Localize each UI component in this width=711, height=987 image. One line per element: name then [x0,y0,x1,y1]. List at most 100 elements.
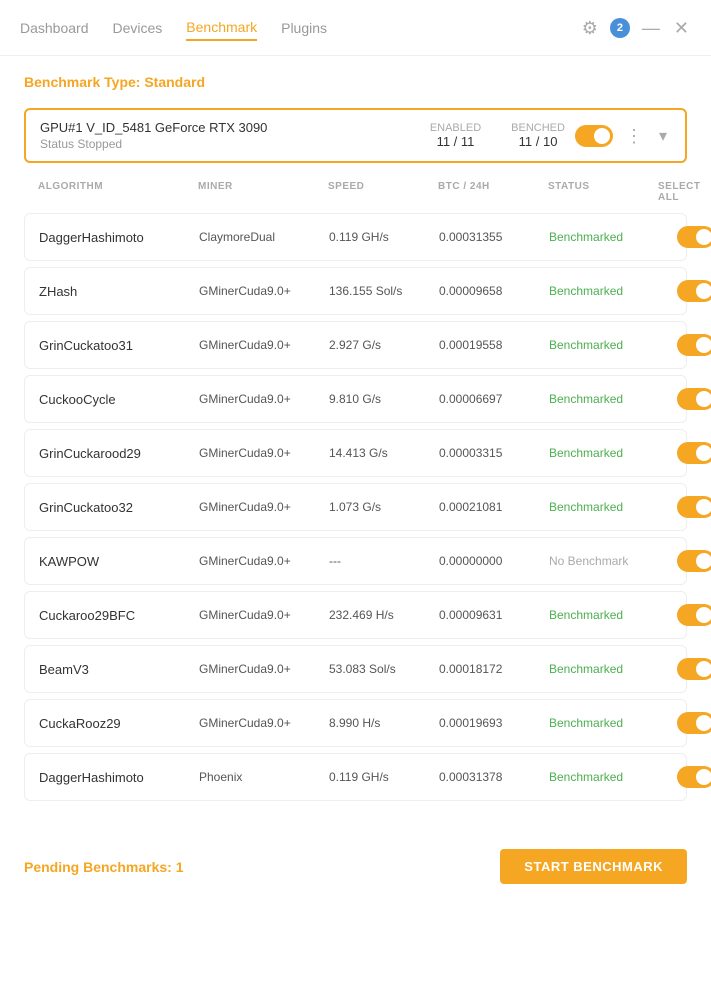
algo-name: CuckooCycle [39,392,199,407]
algo-status: Benchmarked [549,338,659,352]
algo-miner: GMinerCuda9.0+ [199,500,329,514]
algo-toggle[interactable] [677,658,711,680]
table-row: CuckaRooz29 GMinerCuda9.0+ 8.990 H/s 0.0… [24,699,687,747]
tab-benchmark[interactable]: Benchmark [186,15,257,41]
algo-actions: ⚙ [659,386,711,412]
algo-toggle[interactable] [677,226,711,248]
algo-actions: ⚙ [659,224,711,250]
header: Dashboard Devices Benchmark Plugins ⚙ 2 … [0,0,711,56]
algo-miner: GMinerCuda9.0+ [199,446,329,460]
algo-miner: GMinerCuda9.0+ [199,608,329,622]
minimize-button[interactable]: — [640,17,662,39]
algo-speed: 9.810 G/s [329,392,439,406]
algo-status: No Benchmark [549,554,659,568]
gear-icon: ⚙ [582,18,598,38]
algo-btc: 0.00019558 [439,338,549,352]
algo-speed: 1.073 G/s [329,500,439,514]
algo-speed: 14.413 G/s [329,446,439,460]
table-row: Cuckaroo29BFC GMinerCuda9.0+ 232.469 H/s… [24,591,687,639]
table-row: DaggerHashimoto ClaymoreDual 0.119 GH/s … [24,213,687,261]
tab-dashboard[interactable]: Dashboard [20,16,89,40]
minimize-icon: — [642,18,660,38]
table-row: GrinCuckatoo31 GMinerCuda9.0+ 2.927 G/s … [24,321,687,369]
pending-benchmarks: Pending Benchmarks: 1 [24,859,184,875]
algo-speed: 0.119 GH/s [329,230,439,244]
algo-miner: Phoenix [199,770,329,784]
col-speed: SPEED [328,181,438,203]
close-button[interactable]: ✕ [672,17,691,39]
algo-status: Benchmarked [549,446,659,460]
algo-speed: 232.469 H/s [329,608,439,622]
table-row: GrinCuckatoo32 GMinerCuda9.0+ 1.073 G/s … [24,483,687,531]
header-actions: ⚙ 2 — ✕ [580,17,691,39]
algo-miner: GMinerCuda9.0+ [199,284,329,298]
algo-actions: ⚙ [659,764,711,790]
algo-status: Benchmarked [549,284,659,298]
algo-actions: ⚙ [659,278,711,304]
table-row: GrinCuckarood29 GMinerCuda9.0+ 14.413 G/… [24,429,687,477]
algo-toggle[interactable] [677,388,711,410]
col-miner: MINER [198,181,328,203]
algo-name: GrinCuckarood29 [39,446,199,461]
algo-name: BeamV3 [39,662,199,677]
columns-header: ALGORITHM MINER SPEED BTC / 24H STATUS S… [24,175,687,209]
algo-actions: ⚙ [659,494,711,520]
algo-status: Benchmarked [549,230,659,244]
algo-miner: GMinerCuda9.0+ [199,338,329,352]
algo-name: GrinCuckatoo31 [39,338,199,353]
gpu-info: GPU#1 V_ID_5481 GeForce RTX 3090 Status … [40,120,420,151]
gpu-menu-button[interactable]: ⋮ [621,125,647,147]
algo-miner: GMinerCuda9.0+ [199,662,329,676]
notification-badge[interactable]: 2 [610,18,630,38]
algo-status: Benchmarked [549,500,659,514]
algo-status: Benchmarked [549,608,659,622]
gpu-card: GPU#1 V_ID_5481 GeForce RTX 3090 Status … [24,108,687,163]
col-algorithm: ALGORITHM [38,181,198,203]
algo-status: Benchmarked [549,662,659,676]
tab-plugins[interactable]: Plugins [281,16,327,40]
algo-toggle[interactable] [677,496,711,518]
algo-toggle[interactable] [677,334,711,356]
algo-miner: GMinerCuda9.0+ [199,392,329,406]
algo-name: KAWPOW [39,554,199,569]
algo-miner: ClaymoreDual [199,230,329,244]
main-content: Benchmark Type: Standard GPU#1 V_ID_5481… [0,56,711,825]
table-row: CuckooCycle GMinerCuda9.0+ 9.810 G/s 0.0… [24,375,687,423]
gpu-stats: ENABLED 11 / 11 BENCHED 11 / 10 [430,122,565,149]
gpu-enabled-stat: ENABLED 11 / 11 [430,122,481,149]
algo-toggle[interactable] [677,604,711,626]
algo-btc: 0.00019693 [439,716,549,730]
table-row: DaggerHashimoto Phoenix 0.119 GH/s 0.000… [24,753,687,801]
algo-toggle[interactable] [677,550,711,572]
algo-name: CuckaRooz29 [39,716,199,731]
algo-btc: 0.00006697 [439,392,549,406]
start-benchmark-button[interactable]: START BENCHMARK [500,849,687,884]
algo-miner: GMinerCuda9.0+ [199,554,329,568]
algo-speed: 0.119 GH/s [329,770,439,784]
algo-miner: GMinerCuda9.0+ [199,716,329,730]
algo-status: Benchmarked [549,392,659,406]
algo-toggle[interactable] [677,712,711,734]
gpu-expand-button[interactable]: ▾ [655,124,671,148]
table-row: KAWPOW GMinerCuda9.0+ --- 0.00000000 No … [24,537,687,585]
algo-speed: 2.927 G/s [329,338,439,352]
footer: Pending Benchmarks: 1 START BENCHMARK [0,833,711,900]
algo-btc: 0.00009631 [439,608,549,622]
tab-devices[interactable]: Devices [113,16,163,40]
gpu-actions: ⋮ ▾ [575,124,671,148]
algo-btc: 0.00031378 [439,770,549,784]
algo-btc: 0.00009658 [439,284,549,298]
algo-speed: 53.083 Sol/s [329,662,439,676]
table-row: BeamV3 GMinerCuda9.0+ 53.083 Sol/s 0.000… [24,645,687,693]
algo-toggle[interactable] [677,280,711,302]
algo-toggle[interactable] [677,442,711,464]
settings-button[interactable]: ⚙ [580,17,600,39]
gpu-toggle[interactable] [575,125,613,147]
algo-status: Benchmarked [549,770,659,784]
algo-toggle[interactable] [677,766,711,788]
algo-btc: 0.00018172 [439,662,549,676]
col-btc: BTC / 24H [438,181,548,203]
gpu-benched-stat: BENCHED 11 / 10 [511,122,565,149]
col-status: STATUS [548,181,658,203]
col-select-all: SELECT ALL [658,181,711,203]
